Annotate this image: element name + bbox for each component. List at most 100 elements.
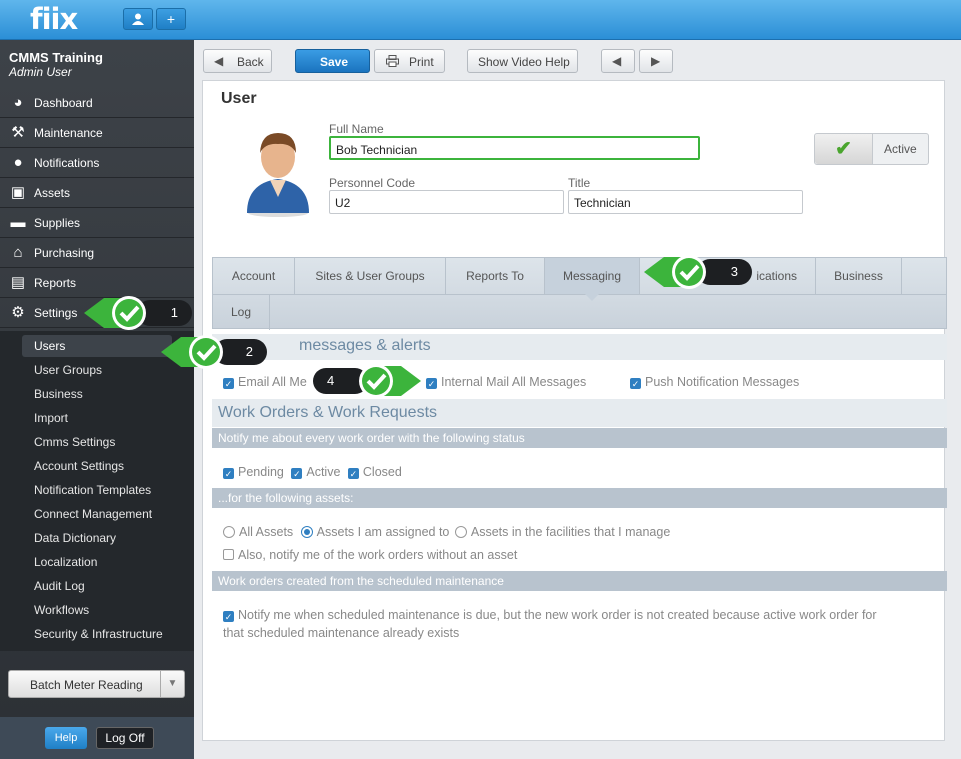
- subnav-users[interactable]: Users: [22, 335, 172, 357]
- title-label: Title: [568, 176, 591, 190]
- messages-alerts-header: messages & alerts: [212, 334, 947, 360]
- radio-empty-icon[interactable]: [454, 526, 467, 538]
- subnav-localization[interactable]: Localization: [34, 555, 97, 569]
- subnav-user-groups[interactable]: User Groups: [34, 363, 102, 377]
- green-check-arrow-icon: [644, 255, 706, 289]
- batch-label: Batch Meter Reading: [30, 678, 143, 692]
- user-panel: User Full Name Bob Technician Personnel …: [202, 80, 947, 741]
- subnav-account-settings[interactable]: Account Settings: [34, 459, 124, 473]
- batch-meter-reading-button[interactable]: Batch Meter Reading ▼: [8, 670, 185, 698]
- speech-bubble-icon: ●: [13, 154, 23, 171]
- subnav-data-dictionary[interactable]: Data Dictionary: [34, 531, 116, 545]
- email-all-label: Email All Me: [238, 375, 307, 389]
- checkbox-checked-icon[interactable]: ✓: [223, 378, 234, 389]
- back-button[interactable]: ◀ Back: [203, 49, 272, 73]
- checkbox-unchecked-icon[interactable]: [223, 549, 234, 560]
- page-title: User: [221, 90, 257, 107]
- subnav-cmms-settings[interactable]: Cmms Settings: [34, 435, 115, 449]
- nav-label: Supplies: [34, 216, 81, 230]
- back-label: Back: [237, 55, 264, 69]
- assigned-assets-label: Assets I am assigned to: [316, 525, 450, 539]
- facility-assets-label: Assets in the facilities that I manage: [470, 525, 671, 539]
- radio-selected-icon[interactable]: [300, 526, 313, 538]
- fiix-logo[interactable]: fiix: [30, 2, 78, 36]
- user-avatar-icon[interactable]: [243, 125, 313, 217]
- scheduled-label-2: that scheduled maintenance already exist…: [223, 626, 460, 640]
- checkbox-checked-icon[interactable]: ✓: [291, 468, 303, 479]
- push-notification-option[interactable]: ✓ Push Notification Messages: [630, 375, 799, 389]
- save-button[interactable]: Save: [295, 49, 370, 73]
- checkbox-checked-icon[interactable]: ✓: [630, 378, 641, 389]
- nav-purchasing[interactable]: ⌂ Purchasing: [0, 238, 194, 268]
- no-asset-option[interactable]: Also, notify me of the work orders witho…: [223, 548, 517, 562]
- subnav-import[interactable]: Import: [34, 411, 68, 425]
- user-icon-button[interactable]: [123, 8, 153, 30]
- chart-icon: ▤: [10, 274, 26, 291]
- nav-label: Purchasing: [34, 246, 95, 260]
- checkbox-checked-icon[interactable]: ✓: [223, 468, 234, 479]
- title-input[interactable]: Technician: [568, 190, 803, 214]
- tab-reports-to[interactable]: Reports To: [446, 258, 545, 294]
- active-label: Active: [884, 142, 917, 156]
- nav-dashboard[interactable]: ◕ Dashboard: [0, 88, 194, 118]
- settings-subnav: Users User Groups Business Import Cmms S…: [0, 331, 194, 651]
- assets-bar: ...for the following assets:: [212, 488, 947, 508]
- tab-row-divider: [213, 294, 946, 295]
- next-button[interactable]: ▶: [639, 49, 673, 73]
- tab-business[interactable]: Business: [816, 258, 902, 294]
- active-toggle[interactable]: ✔ Active: [814, 133, 929, 165]
- email-all-messages-option[interactable]: ✓ Email All Me: [223, 375, 307, 389]
- checkbox-checked-icon[interactable]: ✓: [426, 378, 437, 389]
- full-name-label: Full Name: [329, 122, 384, 136]
- full-name-input[interactable]: Bob Technician: [329, 136, 700, 160]
- log-off-button[interactable]: Log Off: [96, 727, 154, 749]
- arrow-right-icon: ▶: [651, 54, 661, 68]
- help-button[interactable]: Help: [45, 727, 87, 749]
- green-check-arrow-icon: [161, 335, 223, 369]
- scheduled-option[interactable]: ✓ Notify me when scheduled maintenance is…: [223, 608, 877, 622]
- top-bar: fiix +: [0, 0, 961, 40]
- tab-pointer-icon: [585, 294, 599, 301]
- nav-label: Maintenance: [34, 126, 103, 140]
- subnav-audit-log[interactable]: Audit Log: [34, 579, 85, 593]
- subnav-business[interactable]: Business: [34, 387, 83, 401]
- nav-supplies[interactable]: ▬ Supplies: [0, 208, 194, 238]
- tab-log[interactable]: Log: [213, 294, 270, 330]
- sidebar: CMMS Training Admin User ◕ Dashboard ⚒ Mai…: [0, 40, 194, 759]
- asset-options: All Assets Assets I am assigned to Asset…: [223, 525, 670, 539]
- checkbox-checked-icon[interactable]: ✓: [347, 468, 359, 479]
- video-help-label: Show Video Help: [478, 55, 570, 69]
- chevron-down-icon[interactable]: ▼: [160, 671, 184, 697]
- save-label: Save: [320, 55, 349, 69]
- add-button[interactable]: +: [156, 8, 186, 30]
- subnav-connect-management[interactable]: Connect Management: [34, 507, 152, 521]
- nav-label: Settings: [34, 306, 78, 320]
- nav-label: Assets: [34, 186, 71, 200]
- internal-mail-option[interactable]: ✓ Internal Mail All Messages: [426, 375, 586, 389]
- subnav-notification-templates[interactable]: Notification Templates: [34, 483, 151, 497]
- push-label: Push Notification Messages: [645, 375, 800, 389]
- palette-icon: ◕: [13, 94, 23, 111]
- callout-4: 4: [313, 364, 423, 398]
- show-video-help-button[interactable]: Show Video Help: [467, 49, 578, 73]
- tools-icon: ⚒: [11, 124, 25, 141]
- status-options: ✓ Pending ✓ Active ✓ Closed: [223, 465, 402, 479]
- nav-assets[interactable]: ▣ Assets: [0, 178, 194, 208]
- tab-sites-user-groups[interactable]: Sites & User Groups: [295, 258, 446, 294]
- nav-label: Notifications: [34, 156, 100, 170]
- all-assets-label: All Assets: [239, 525, 294, 539]
- print-button[interactable]: Print: [374, 49, 445, 73]
- subnav-security-infrastructure[interactable]: Security & Infrastructure: [34, 627, 163, 641]
- personnel-code-input[interactable]: U2: [329, 190, 564, 214]
- nav-notifications[interactable]: ● Notifications: [0, 148, 194, 178]
- tab-messaging[interactable]: Messaging: [545, 258, 640, 294]
- radio-empty-icon[interactable]: [223, 526, 235, 538]
- checkbox-checked-icon[interactable]: ✓: [223, 611, 234, 622]
- subnav-workflows[interactable]: Workflows: [34, 603, 89, 617]
- callout-2: 2: [159, 335, 267, 369]
- nav-maintenance[interactable]: ⚒ Maintenance: [0, 118, 194, 148]
- previous-button[interactable]: ◀: [601, 49, 635, 73]
- checkmark-icon: ✔: [815, 134, 873, 164]
- printer-icon: [386, 55, 399, 67]
- tab-account[interactable]: Account: [213, 258, 295, 294]
